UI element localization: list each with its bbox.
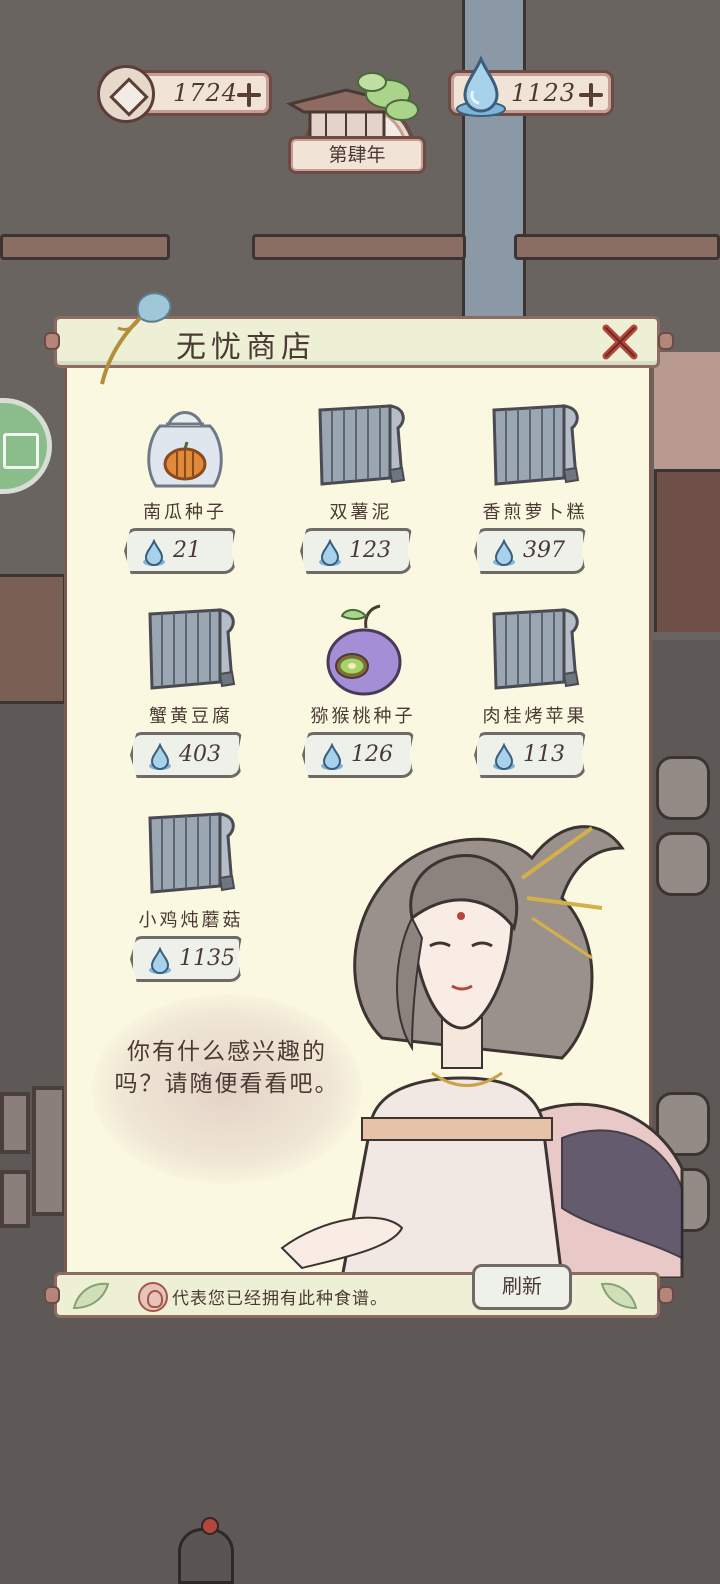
ginkgo-leaf-icon [88,288,178,388]
background-frame [0,1092,30,1154]
scroll-rod-end [44,332,60,350]
price-value: 123 [349,538,391,563]
price-value: 397 [523,538,565,563]
buy-price-button[interactable]: 1135 [130,936,242,982]
price-value: 126 [351,742,393,767]
background-shelf [0,574,66,704]
item-name: 小鸡炖蘑菇 [138,910,244,931]
background-beam [514,234,720,260]
recipe-scroll-icon [480,398,590,498]
background-frame [0,1170,30,1228]
water-drop-icon [147,742,173,771]
shopkeeper-dialogue: 你有什么感兴趣的吗？请随便看看吧。 [114,1039,340,1097]
buy-price-button[interactable]: 123 [300,528,412,574]
recipe-scroll-icon [306,398,416,498]
water-drop-icon [319,742,345,771]
recipe-scroll-icon [480,602,590,702]
pumpkin-seed-bag-icon [130,398,240,498]
ginkgo-leaf-icon [68,1278,112,1312]
water-drop-icon [317,538,343,567]
price-value: 21 [173,538,201,563]
shop-item[interactable]: 双薯泥 123 [296,398,426,578]
background-beam [0,234,170,260]
buy-price-button[interactable]: 113 [474,732,586,778]
year-label: 第肆年 [288,136,426,174]
water-drop-icon [141,538,167,567]
coin-value: 1724 [173,79,239,107]
shopkeeper-portrait [262,788,692,1280]
item-name: 南瓜种子 [143,502,227,523]
add-coins-plus-icon[interactable] [237,83,261,107]
background-pillar [462,0,526,330]
shop-item[interactable]: 肉桂烤苹果 113 [470,602,600,782]
buy-price-button[interactable]: 126 [302,732,414,778]
scroll-rod-end [658,332,674,350]
background-frame [32,1086,66,1216]
item-name: 肉桂烤苹果 [482,706,588,727]
owned-recipe-mark-icon [138,1282,168,1312]
shop-title: 无忧商店 [176,330,316,365]
shop-item[interactable]: 南瓜种子 21 [120,398,250,578]
recipe-scroll-icon [136,806,246,906]
buy-price-button[interactable]: 21 [124,528,236,574]
item-name: 双薯泥 [329,502,393,523]
gem-value: 1123 [511,79,577,107]
item-name: 香煎萝卜糕 [482,502,588,523]
water-drop-icon [453,51,509,121]
shop-item[interactable]: 蟹黄豆腐 403 [126,602,256,782]
owned-recipe-note: 代表您已经拥有此种食谱。 [172,1289,388,1309]
coin-counter[interactable]: 1724 [97,65,272,123]
shop-item[interactable]: 小鸡炖蘑菇 1135 [126,806,256,986]
scroll-rod-end [44,1286,60,1304]
price-value: 1135 [179,946,235,971]
close-icon[interactable] [600,322,640,362]
price-value: 113 [523,742,565,767]
item-name: 猕猴桃种子 [310,706,416,727]
water-drop-icon [491,742,517,771]
gem-counter[interactable]: 1123 [448,55,614,117]
refresh-button[interactable]: 刷新 [472,1264,572,1310]
background-beam [252,234,466,260]
kiwi-seed-icon [308,602,418,702]
recipe-scroll-icon [136,602,246,702]
buy-price-button[interactable]: 397 [474,528,586,574]
shop-item[interactable]: 猕猴桃种子 126 [298,602,428,782]
background-curtain-valance [654,352,720,472]
price-value: 403 [179,742,221,767]
add-gems-plus-icon[interactable] [579,83,603,107]
shop-item[interactable]: 香煎萝卜糕 397 [470,398,600,578]
scroll-rod-end [658,1286,674,1304]
item-name: 蟹黄豆腐 [149,706,233,727]
coin-icon [97,65,155,123]
water-drop-icon [491,538,517,567]
helmet-character-icon [178,1517,234,1584]
water-drop-icon [147,946,173,975]
ginkgo-leaf-icon [598,1278,642,1312]
buy-price-button[interactable]: 403 [130,732,242,778]
